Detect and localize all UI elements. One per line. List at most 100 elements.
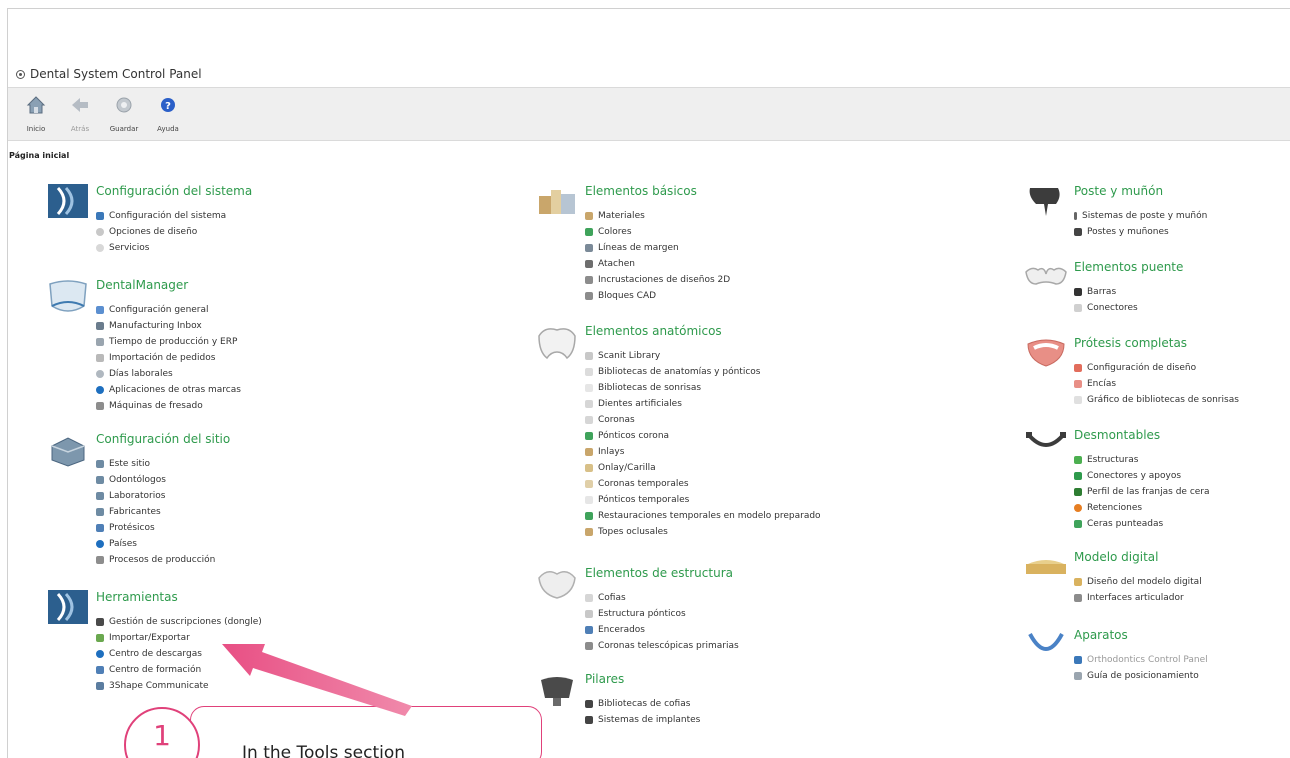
import-export-item[interactable]: Importar/Exportar bbox=[96, 630, 262, 646]
list-item[interactable]: Fabricantes bbox=[96, 504, 215, 520]
list-item[interactable]: Encerados bbox=[585, 622, 739, 638]
list-item[interactable]: Barras bbox=[1074, 284, 1138, 300]
section-title[interactable]: Prótesis completas bbox=[1074, 336, 1187, 350]
list-item[interactable]: Procesos de producción bbox=[96, 552, 215, 568]
list-item[interactable]: Conectores bbox=[1074, 300, 1138, 316]
section-title[interactable]: Modelo digital bbox=[1074, 550, 1158, 564]
home-button[interactable]: Inicio bbox=[14, 88, 58, 140]
section-title[interactable]: Herramientas bbox=[96, 590, 178, 604]
list-item[interactable]: Pónticos temporales bbox=[585, 492, 821, 508]
step-number: 1 bbox=[153, 719, 171, 752]
section-title[interactable]: Elementos de estructura bbox=[585, 566, 733, 580]
list-item[interactable]: Configuración del sistema bbox=[96, 208, 226, 224]
list-item[interactable]: Sistemas de poste y muñón bbox=[1074, 208, 1207, 224]
onlay-icon bbox=[585, 464, 593, 472]
frameworks-icon bbox=[1074, 456, 1082, 464]
list-item[interactable]: Centro de descargas bbox=[96, 646, 262, 662]
list-item[interactable]: Estructura pónticos bbox=[585, 606, 739, 622]
list-item[interactable]: Guía de posicionamiento bbox=[1074, 668, 1208, 684]
list-item[interactable]: Incrustaciones de diseños 2D bbox=[585, 272, 730, 288]
list-item[interactable]: Perfil de las franjas de cera bbox=[1074, 484, 1210, 500]
removables-icon bbox=[1024, 426, 1068, 464]
callout-text: In the Tools section bbox=[242, 743, 406, 758]
list-item[interactable]: Sistemas de implantes bbox=[585, 712, 700, 728]
list-item[interactable]: Cofias bbox=[585, 590, 739, 606]
manufacturers-icon bbox=[96, 508, 104, 516]
list-item[interactable]: Conectores y apoyos bbox=[1074, 468, 1210, 484]
list-item[interactable]: Configuración general bbox=[96, 302, 241, 318]
list-item[interactable]: Este sitio bbox=[96, 456, 215, 472]
list-item[interactable]: Líneas de margen bbox=[585, 240, 730, 256]
list-item[interactable]: Ceras punteadas bbox=[1074, 516, 1210, 532]
save-button[interactable]: Guardar bbox=[102, 88, 146, 140]
list-item[interactable]: Interfaces articulador bbox=[1074, 590, 1202, 606]
wax-strips-icon bbox=[1074, 488, 1082, 496]
list-item[interactable]: Topes oclusales bbox=[585, 524, 821, 540]
section-title[interactable]: Elementos básicos bbox=[585, 184, 697, 198]
list-item[interactable]: Coronas telescópicas primarias bbox=[585, 638, 739, 654]
list-item[interactable]: Manufacturing Inbox bbox=[96, 318, 241, 334]
production-time-icon bbox=[96, 338, 104, 346]
list-item[interactable]: Odontólogos bbox=[96, 472, 215, 488]
list-item[interactable]: Días laborales bbox=[96, 366, 241, 382]
list-item[interactable]: Postes y muñones bbox=[1074, 224, 1207, 240]
list-item[interactable]: Orthodontics Control Panel bbox=[1074, 652, 1208, 668]
back-button[interactable]: Atrás bbox=[58, 88, 102, 140]
list-item[interactable]: Inlays bbox=[585, 444, 821, 460]
section-title[interactable]: Desmontables bbox=[1074, 428, 1160, 442]
list-item[interactable]: Opciones de diseño bbox=[96, 224, 226, 240]
list-item[interactable]: Gráfico de bibliotecas de sonrisas bbox=[1074, 392, 1239, 408]
list-item[interactable]: Máquinas de fresado bbox=[96, 398, 241, 414]
section-title[interactable]: Pilares bbox=[585, 672, 624, 686]
list-item[interactable]: Diseño del modelo digital bbox=[1074, 574, 1202, 590]
list-item[interactable]: Estructuras bbox=[1074, 452, 1210, 468]
list-item[interactable]: Servicios bbox=[96, 240, 226, 256]
dentists-icon bbox=[96, 476, 104, 484]
list-item[interactable]: Configuración de diseño bbox=[1074, 360, 1239, 376]
list-item[interactable]: Dientes artificiales bbox=[585, 396, 821, 412]
dentalmanager-icon bbox=[46, 276, 90, 314]
list-item[interactable]: Coronas bbox=[585, 412, 821, 428]
section-title[interactable]: DentalManager bbox=[96, 278, 188, 292]
save-gear-icon bbox=[113, 94, 135, 116]
pontic-crowns-icon bbox=[585, 432, 593, 440]
colors-icon bbox=[585, 228, 593, 236]
list-item[interactable]: Coronas temporales bbox=[585, 476, 821, 492]
section-title[interactable]: Aparatos bbox=[1074, 628, 1128, 642]
list-item[interactable]: Protésicos bbox=[96, 520, 215, 536]
bridge-elements-icon bbox=[1024, 258, 1068, 296]
basic-elements-icon bbox=[535, 182, 579, 220]
section-title[interactable]: Poste y muñón bbox=[1074, 184, 1163, 198]
list-item[interactable]: Pónticos corona bbox=[585, 428, 821, 444]
list-item[interactable]: Onlay/Carilla bbox=[585, 460, 821, 476]
list-item[interactable]: Laboratorios bbox=[96, 488, 215, 504]
list-item[interactable]: Aplicaciones de otras marcas bbox=[96, 382, 241, 398]
list-item[interactable]: Importación de pedidos bbox=[96, 350, 241, 366]
help-button[interactable]: ? Ayuda bbox=[146, 88, 190, 140]
list-item[interactable]: Tiempo de producción y ERP bbox=[96, 334, 241, 350]
inbox-icon bbox=[96, 322, 104, 330]
list-item[interactable]: Scanit Library bbox=[585, 348, 821, 364]
list-item[interactable]: Colores bbox=[585, 224, 730, 240]
list-item[interactable]: Retenciones bbox=[1074, 500, 1210, 516]
connectors-supports-icon bbox=[1074, 472, 1082, 480]
structure-elements-icon bbox=[535, 564, 579, 602]
list-item[interactable]: Bibliotecas de anatomías y pónticos bbox=[585, 364, 821, 380]
list-item[interactable]: Gestión de suscripciones (dongle) bbox=[96, 614, 262, 630]
section-title[interactable]: Configuración del sistema bbox=[96, 184, 252, 198]
list-item[interactable]: Materiales bbox=[585, 208, 730, 224]
list-item[interactable]: Bibliotecas de cofias bbox=[585, 696, 700, 712]
general-config-icon bbox=[96, 306, 104, 314]
list-item[interactable]: Restauraciones temporales en modelo prep… bbox=[585, 508, 821, 524]
this-site-icon bbox=[96, 460, 104, 468]
list-item[interactable]: Países bbox=[96, 536, 215, 552]
list-item[interactable]: Encías bbox=[1074, 376, 1239, 392]
section-title[interactable]: Configuración del sitio bbox=[96, 432, 230, 446]
list-item[interactable]: Bloques CAD bbox=[585, 288, 730, 304]
section-title[interactable]: Elementos anatómicos bbox=[585, 324, 722, 338]
list-item[interactable]: Bibliotecas de sonrisas bbox=[585, 380, 821, 396]
section-title[interactable]: Elementos puente bbox=[1074, 260, 1183, 274]
list-item[interactable]: Atachen bbox=[585, 256, 730, 272]
list-item[interactable]: Centro de formación bbox=[96, 662, 262, 678]
list-item[interactable]: 3Shape Communicate bbox=[96, 678, 262, 694]
